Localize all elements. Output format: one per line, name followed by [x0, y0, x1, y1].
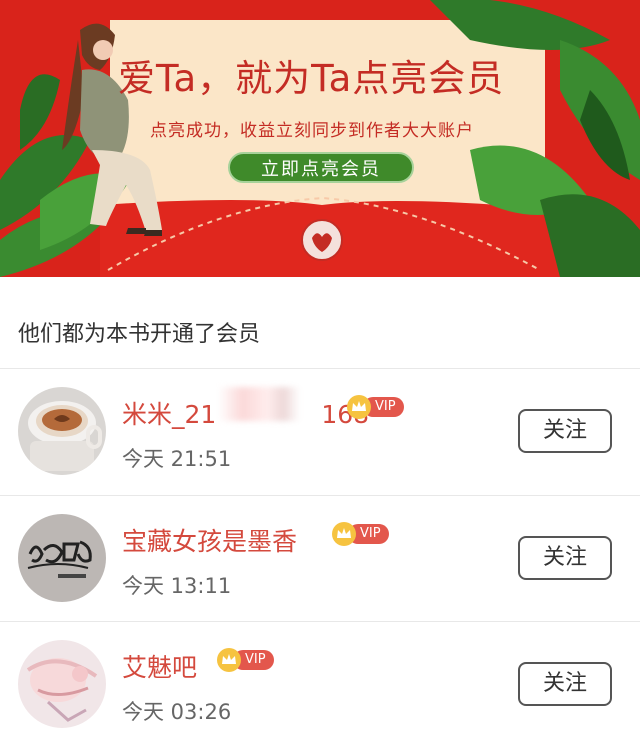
avatar[interactable] — [18, 514, 106, 602]
list-item[interactable]: 米米_21 168 VIP 今天 21:51 关注 — [0, 369, 640, 495]
join-time: 今天 13:11 — [122, 574, 232, 598]
list-item[interactable]: 艾魅吧 VIP 今天 03:26 关注 — [0, 622, 640, 748]
vip-badge: VIP — [347, 395, 405, 419]
crown-icon — [337, 528, 351, 538]
avatar[interactable] — [18, 387, 106, 475]
banner-subline: 点亮成功，收益立刻同步到作者大大账户 — [150, 121, 474, 141]
member-name[interactable]: 宝藏女孩是墨香 — [122, 522, 297, 558]
crown-icon — [222, 654, 236, 664]
join-time: 今天 03:26 — [122, 700, 232, 724]
list-item[interactable]: 宝藏女孩是墨香 VIP 今天 13:11 关注 — [0, 496, 640, 622]
follow-button[interactable]: 关注 — [518, 662, 612, 706]
banner-headline: 爱Ta，就为Ta点亮会员 — [118, 57, 505, 100]
join-time: 今天 21:51 — [122, 447, 232, 471]
section-title: 他们都为本书开通了会员 — [18, 322, 261, 347]
member-name[interactable]: 艾魅吧 — [122, 648, 197, 684]
follow-button[interactable]: 关注 — [518, 409, 612, 453]
follow-button[interactable]: 关注 — [518, 536, 612, 580]
crown-icon — [352, 401, 366, 411]
activate-membership-button[interactable]: 立即点亮会员 — [228, 152, 414, 183]
avatar[interactable] — [18, 640, 106, 728]
vip-badge: VIP — [332, 522, 390, 546]
redaction-blur — [218, 387, 300, 421]
vip-badge: VIP — [217, 648, 275, 672]
promo-banner[interactable]: 爱Ta，就为Ta点亮会员 点亮成功，收益立刻同步到作者大大账户 立即点亮会员 — [0, 0, 640, 277]
